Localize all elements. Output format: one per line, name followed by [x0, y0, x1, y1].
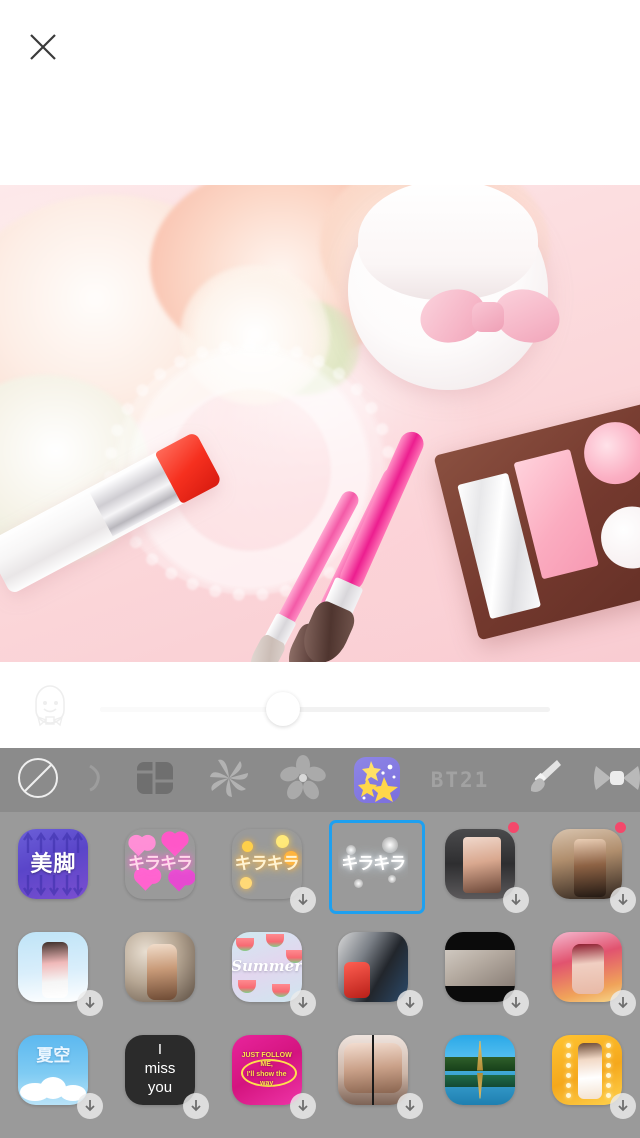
- download-icon[interactable]: [290, 887, 317, 913]
- sticker-thumbnail: [444, 1034, 515, 1105]
- sticker-item-girl-blue[interactable]: [2, 915, 105, 1018]
- category-brush[interactable]: [506, 748, 580, 812]
- download-icon[interactable]: [183, 1093, 210, 1119]
- download-icon[interactable]: [610, 990, 637, 1016]
- sticker-thumbnail: [444, 931, 515, 1002]
- close-icon: [27, 31, 59, 63]
- download-icon[interactable]: [396, 1093, 423, 1119]
- sticker-label: I miss you: [144, 1041, 176, 1096]
- sticker-label: 夏空: [36, 1045, 71, 1065]
- photo-canvas[interactable]: [0, 185, 640, 662]
- sticker-thumbnail: I miss you: [124, 1034, 195, 1105]
- sticker-thumbnail: 夏空: [18, 1034, 89, 1105]
- download-icon[interactable]: [610, 1093, 637, 1119]
- new-badge-dot: [508, 822, 520, 833]
- bow-ribbon-icon: [593, 758, 640, 803]
- category-pinwheel[interactable]: [192, 748, 266, 812]
- sticker-item-kira-white[interactable]: キラキラ: [322, 812, 425, 915]
- sticker-thumbnail: [338, 931, 409, 1002]
- sticker-item-drops[interactable]: [322, 915, 425, 1018]
- sticker-item-letterbox[interactable]: [428, 915, 531, 1018]
- sticker-item-red-hair[interactable]: [535, 915, 638, 1018]
- sticker-thumbnail: [338, 1034, 409, 1105]
- sticker-item-eiffel[interactable]: [428, 1018, 531, 1121]
- sticker-thumbnail: [124, 931, 195, 1002]
- pinwheel-icon: [206, 755, 252, 806]
- category-none[interactable]: [0, 748, 76, 812]
- sticker-item-kira-orange[interactable]: キラキラ: [215, 812, 318, 915]
- sticker-item-gold[interactable]: [535, 1018, 638, 1121]
- download-icon[interactable]: [76, 990, 103, 1016]
- slider-fill: [100, 707, 284, 712]
- download-icon[interactable]: [290, 990, 317, 1016]
- sticker-thumbnail: [551, 1034, 622, 1105]
- category-toolbar: BT21: [0, 748, 640, 812]
- partial-icon: [88, 756, 106, 805]
- ribbon-bow-decor: [414, 281, 566, 351]
- download-icon[interactable]: [610, 887, 637, 913]
- download-icon[interactable]: [503, 887, 530, 913]
- sticker-thumbnail: キラキラ: [338, 829, 408, 899]
- close-button[interactable]: [22, 26, 64, 68]
- sticker-label: 美脚: [30, 850, 77, 876]
- download-icon[interactable]: [396, 990, 423, 1016]
- category-sparkle[interactable]: [340, 748, 414, 812]
- sticker-label: Summer: [231, 956, 302, 975]
- download-icon[interactable]: [290, 1093, 317, 1119]
- sticker-item-kira-pink[interactable]: キラキラ: [108, 812, 211, 915]
- sticker-item-photo-2[interactable]: [535, 812, 638, 915]
- download-icon[interactable]: [503, 990, 530, 1016]
- sticker-thumbnail: キラキラ: [231, 828, 302, 899]
- sticker-item-bikyaku[interactable]: 美脚: [2, 812, 105, 915]
- category-flower[interactable]: [266, 748, 340, 812]
- download-icon[interactable]: [76, 1093, 103, 1119]
- sticker-thumbnail: キラキラ: [124, 828, 195, 899]
- compact-lid: [358, 185, 538, 300]
- star-sparkle-icon: [354, 757, 400, 803]
- face-smiley-icon[interactable]: [24, 678, 76, 730]
- category-collage[interactable]: [118, 748, 192, 812]
- category-ribbon[interactable]: [580, 748, 640, 812]
- paintbrush-icon: [521, 756, 565, 805]
- sticker-label: キラキラ: [341, 853, 406, 873]
- sticker-grid[interactable]: 美脚 キラキラ キラキラ キラキラ Summer 夏空 I miss you JUST FOL…: [0, 812, 640, 1138]
- intensity-slider-bar: [0, 662, 640, 744]
- sticker-label: キラキラ: [234, 853, 300, 873]
- top-bar: [0, 0, 640, 185]
- sticker-label: JUST FOLLOW ME, I'll show the way: [241, 1052, 292, 1087]
- sticker-item-bokeh[interactable]: [108, 915, 211, 1018]
- sticker-thumbnail: [551, 828, 622, 899]
- new-badge-dot: [615, 822, 627, 833]
- sticker-thumbnail: [551, 931, 622, 1002]
- sticker-thumbnail: Summer: [231, 931, 302, 1002]
- slider-thumb[interactable]: [266, 692, 301, 726]
- sticker-item-photo-1[interactable]: [428, 812, 531, 915]
- sticker-label: キラキラ: [127, 853, 193, 873]
- sticker-item-follow-me[interactable]: JUST FOLLOW ME, I'll show the way: [215, 1018, 318, 1121]
- flower-icon: [280, 754, 326, 806]
- sticker-thumbnail: JUST FOLLOW ME, I'll show the way: [231, 1034, 302, 1105]
- intensity-slider[interactable]: [100, 692, 550, 726]
- no-filter-icon: [16, 756, 60, 805]
- category-partial[interactable]: [76, 748, 118, 812]
- sticker-thumbnail: [444, 828, 515, 899]
- sticker-item-summer[interactable]: Summer: [215, 915, 318, 1018]
- category-bt21-label: BT21: [430, 768, 490, 792]
- sticker-thumbnail: 美脚: [18, 828, 89, 899]
- sticker-item-mirror[interactable]: [322, 1018, 425, 1121]
- collage-grid-icon: [134, 757, 176, 804]
- sticker-item-miss-you[interactable]: I miss you: [108, 1018, 211, 1121]
- sticker-thumbnail: [18, 931, 89, 1002]
- sticker-item-natsuzora[interactable]: 夏空: [2, 1018, 105, 1121]
- category-bt21[interactable]: BT21: [414, 748, 506, 812]
